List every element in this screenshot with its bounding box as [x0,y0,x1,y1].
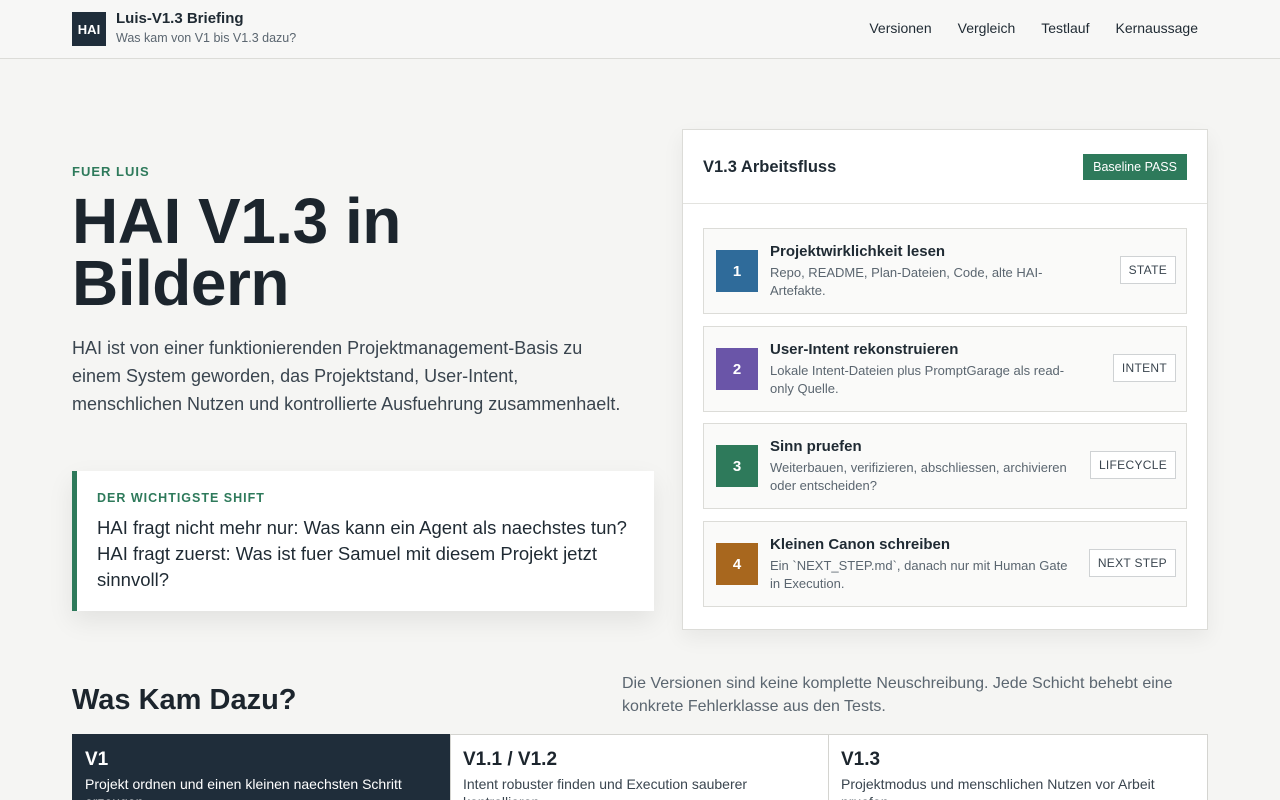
version-card-title: V1 [85,749,109,770]
step-description: Ein `NEXT_STEP.md`, danach nur mit Human… [770,558,1068,591]
shift-callout: DER WICHTIGSTE SHIFT HAI fragt nicht meh… [72,471,654,611]
step-title: Sinn pruefen [770,438,862,455]
top-bar: HAI Luis-V1.3 Briefing Was kam von V1 bi… [0,0,1280,59]
version-card-title: V1.3 [841,749,881,770]
step-description: Lokale Intent-Dateien plus PromptGarage … [770,363,1065,396]
step-description: Repo, README, Plan-Dateien, Code, alte H… [770,265,1043,298]
version-card-description: Projekt ordnen und einen kleinen naechst… [85,776,402,800]
shift-text: HAI fragt nicht mehr nur: Was kann ein A… [97,517,627,590]
version-card-description: Intent robuster finden und Execution sau… [463,776,748,800]
step-tag: NEXT STEP [1088,549,1176,577]
baseline-badge: Baseline PASS [1083,154,1187,180]
nav-kernaussage[interactable]: Kernaussage [1115,20,1198,36]
hero-text: HAI ist von einer funktionierenden Proje… [72,338,621,414]
step-number: 4 [716,543,758,585]
version-card-title: V1.1 / V1.2 [463,749,558,770]
nav-vergleich[interactable]: Vergleich [958,20,1016,36]
step-description: Weiterbauen, verifizieren, abschliessen,… [770,460,1067,493]
shift-label: DER WICHTIGSTE SHIFT [97,491,265,505]
nav-versionen[interactable]: Versionen [869,20,931,36]
workflow-step-3: 3 Sinn pruefen Weiterbauen, verifizieren… [703,423,1187,509]
workflow-step-1: 1 Projektwirklichkeit lesen Repo, README… [703,228,1187,314]
app-subtitle: Was kam von V1 bis V1.3 dazu? [116,31,297,45]
workflow-step-4: 4 Kleinen Canon schreiben Ein `NEXT_STEP… [703,521,1187,607]
workflow-step-2: 2 User-Intent rekonstruieren Lokale Inte… [703,326,1187,412]
step-number: 2 [716,348,758,390]
workflow-header: V1.3 Arbeitsfluss Baseline PASS [683,130,1207,204]
step-title: Kleinen Canon schreiben [770,536,951,553]
nav-testlauf[interactable]: Testlauf [1041,20,1089,36]
hero-title: HAI V1.3 in Bildern [72,185,401,319]
version-card-v1-1-v1-2[interactable]: V1.1 / V1.2 Intent robuster finden und E… [450,734,829,800]
main-nav: Versionen Vergleich Testlauf Kernaussage [869,20,1198,36]
app-title: Luis-V1.3 Briefing [116,10,244,27]
workflow-card: V1.3 Arbeitsfluss Baseline PASS 1 Projek… [682,129,1208,630]
hai-logo[interactable]: HAI [72,12,106,46]
versions-title: Was Kam Dazu? [72,684,297,716]
step-title: Projektwirklichkeit lesen [770,243,946,260]
version-card-v1[interactable]: V1 Projekt ordnen und einen kleinen naec… [72,734,451,800]
step-number: 3 [716,445,758,487]
step-tag: INTENT [1112,354,1176,382]
versions-description: Die Versionen sind keine komplette Neusc… [622,675,1173,715]
hero-eyebrow: FUER LUIS [72,164,150,179]
step-title: User-Intent rekonstruieren [770,341,959,358]
step-number: 1 [716,250,758,292]
version-card-description: Projektmodus und menschlichen Nutzen vor… [841,776,1155,800]
step-tag: STATE [1119,256,1176,284]
version-card-v1-3[interactable]: V1.3 Projektmodus und menschlichen Nutze… [828,734,1208,800]
step-tag: LIFECYCLE [1089,451,1176,479]
workflow-title: V1.3 Arbeitsfluss [703,158,837,176]
